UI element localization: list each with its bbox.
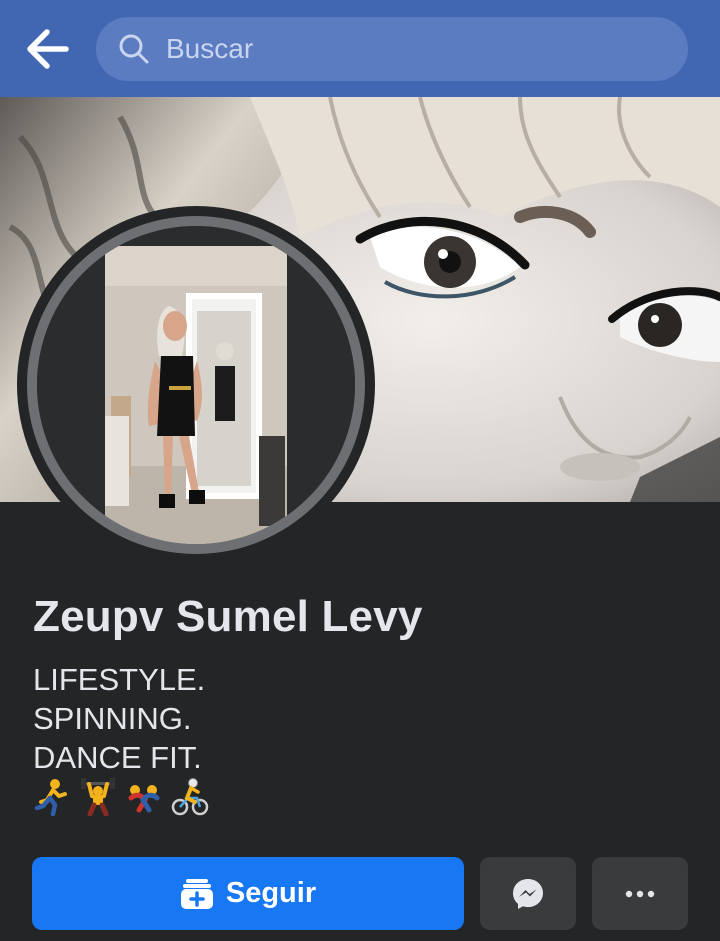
more-options-button[interactable] [592, 857, 688, 930]
bio-emoji-row [33, 778, 209, 816]
avatar [37, 226, 355, 544]
person-biking-icon [171, 778, 209, 816]
bio-line: DANCE FIT. [33, 740, 202, 775]
profile-picture[interactable] [17, 206, 375, 564]
follow-label: Seguir [225, 877, 317, 909]
bio-line: LIFESTYLE. [33, 662, 206, 697]
search-input[interactable] [166, 33, 646, 65]
arrow-left-icon [27, 29, 69, 69]
messenger-icon [513, 878, 543, 909]
person-running-icon [34, 779, 67, 816]
person-lifting-weights-icon [81, 778, 115, 816]
more-dots-icon [625, 890, 655, 897]
profile-bio: LIFESTYLE. SPINNING. DANCE FIT. [33, 660, 205, 777]
avatar-ring [27, 216, 365, 554]
search-icon [119, 34, 149, 64]
profile-name: Zeupv Sumel Levy [33, 592, 423, 641]
search-box[interactable] [96, 17, 688, 81]
top-bar [0, 0, 720, 97]
message-button[interactable] [480, 857, 576, 930]
follow-button[interactable]: Seguir [32, 857, 464, 930]
bio-line: SPINNING. [33, 701, 192, 736]
people-wrestling-icon [128, 785, 160, 813]
back-button[interactable] [22, 26, 72, 72]
add-friend-icon [180, 878, 213, 909]
